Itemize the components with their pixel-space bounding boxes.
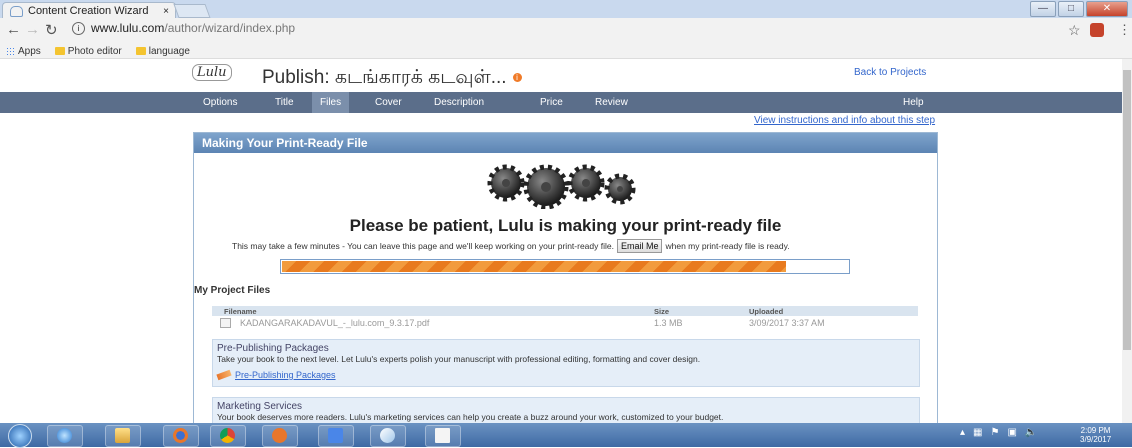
bookmark-language[interactable]: language	[135, 46, 190, 57]
network-app-icon[interactable]	[318, 425, 354, 447]
window-close-icon[interactable]: ✕	[1086, 1, 1128, 17]
progress-bar	[280, 259, 850, 274]
chrome-icon[interactable]	[210, 425, 246, 447]
ie-icon[interactable]	[47, 425, 83, 447]
bookmark-apps[interactable]: Apps	[6, 46, 41, 57]
my-project-files-heading: My Project Files	[194, 285, 271, 296]
tray-display-icon[interactable]: ▣	[1007, 427, 1016, 438]
firefox-icon[interactable]	[163, 425, 199, 447]
nav-files[interactable]: Files	[312, 92, 350, 113]
bookmarks-bar: Apps Photo editor language	[0, 44, 1132, 59]
apps-grid-icon	[6, 46, 15, 56]
wizard-nav: Options Title Files Cover Description Pr…	[0, 92, 1122, 113]
pre-publishing-text: Take your book to the next level. Let Lu…	[217, 354, 701, 364]
bookmark-photo-editor[interactable]: Photo editor	[54, 46, 122, 57]
marketing-title: Marketing Services	[217, 401, 303, 412]
email-me-button[interactable]: Email Me	[616, 239, 663, 253]
tab-close-icon[interactable]: ×	[163, 6, 169, 17]
tab-title: Content Creation Wizard	[28, 5, 149, 17]
nav-description[interactable]: Description	[434, 97, 484, 108]
marketing-text: Your book deserves more readers. Lulu's …	[217, 412, 724, 422]
paint-icon[interactable]	[370, 425, 406, 447]
progress-fill	[282, 261, 786, 272]
url-field[interactable]: i www.lulu.com/author/wizard/index.php	[72, 21, 295, 35]
wait-message: This may take a few minutes - You can le…	[232, 239, 790, 253]
nav-help[interactable]: Help	[903, 97, 924, 108]
start-button-icon[interactable]	[8, 424, 32, 448]
lulu-favicon-icon	[10, 5, 23, 17]
gears-icon	[487, 164, 636, 209]
nav-cover[interactable]: Cover	[375, 97, 402, 108]
file-checkbox[interactable]	[220, 318, 231, 328]
volume-icon[interactable]: 🔈	[1025, 427, 1037, 438]
file-name[interactable]: KADANGARAKADAVUL_-_lulu.com_9.3.17.pdf	[240, 318, 429, 328]
explorer-icon[interactable]	[105, 425, 141, 447]
back-arrow-icon[interactable]: ←	[6, 21, 21, 38]
extension-icon[interactable]	[1090, 23, 1104, 37]
info-icon[interactable]: i	[512, 73, 522, 83]
tray-arrow-icon[interactable]: ▴	[960, 427, 965, 438]
tray-flag-icon[interactable]: ⚑	[990, 427, 999, 438]
maximize-icon[interactable]: □	[1058, 1, 1084, 17]
clock-date: 3/9/2017	[1080, 435, 1112, 444]
reload-icon[interactable]: ↻	[45, 21, 58, 39]
marketing-box: Marketing Services Your book deserves mo…	[212, 397, 920, 424]
tray-network-icon[interactable]: ▦	[973, 427, 982, 438]
minimize-icon[interactable]: —	[1030, 1, 1056, 17]
pre-publishing-box: Pre-Publishing Packages Take your book t…	[212, 339, 920, 387]
clock-time: 2:09 PM	[1080, 426, 1111, 435]
column-filename: Filename	[224, 307, 257, 316]
document-app-icon[interactable]	[425, 425, 461, 447]
table-row: KADANGARAKADAVUL_-_lulu.com_9.3.17.pdf 1…	[212, 316, 918, 330]
taskbar-clock[interactable]: 2:09 PM 3/9/2017	[1080, 426, 1111, 444]
nav-options[interactable]: Options	[203, 97, 237, 108]
pre-publishing-link[interactable]: Pre-Publishing Packages	[216, 369, 336, 381]
patient-message: Please be patient, Lulu is making your p…	[349, 216, 782, 235]
url-host: www.lulu.com	[91, 21, 165, 35]
browser-tab[interactable]: Content Creation Wizard ×	[2, 2, 176, 19]
bookmark-star-icon[interactable]: ☆	[1068, 22, 1081, 39]
media-player-icon[interactable]	[262, 425, 298, 447]
lulu-logo[interactable]: Lulu	[192, 64, 232, 81]
folder-icon	[135, 47, 146, 55]
page-title: Publish: கடங்காரக் கடவுள்... i	[262, 67, 522, 91]
new-tab-button[interactable]	[173, 4, 211, 18]
folder-icon	[54, 47, 65, 55]
pencil-icon	[216, 369, 232, 381]
scrollbar-thumb[interactable]	[1123, 70, 1131, 350]
pre-publishing-title: Pre-Publishing Packages	[217, 343, 329, 354]
system-tray: ▴ ▦ ⚑ ▣ 🔈	[960, 427, 1037, 438]
column-uploaded: Uploaded	[749, 307, 784, 316]
windows-taskbar: ▴ ▦ ⚑ ▣ 🔈 2:09 PM 3/9/2017	[0, 423, 1132, 448]
file-uploaded: 3/09/2017 3:37 AM	[749, 318, 825, 328]
window-controls: — □ ✕	[1030, 1, 1128, 17]
panel-heading: Making Your Print-Ready File	[194, 133, 937, 153]
files-table-header: Filename Size Uploaded	[212, 306, 918, 316]
address-bar: ← → ↻ i www.lulu.com/author/wizard/index…	[0, 18, 1132, 45]
site-info-icon[interactable]: i	[72, 21, 85, 35]
nav-price[interactable]: Price	[540, 97, 563, 108]
nav-title[interactable]: Title	[275, 97, 294, 108]
forward-arrow-icon[interactable]: →	[25, 21, 40, 38]
page-header: Lulu Publish: கடங்காரக் கடவுள்... i Back …	[0, 59, 1122, 92]
url-path: /author/wizard/index.php	[164, 21, 296, 35]
menu-icon[interactable]: ⋮	[1118, 22, 1131, 38]
column-size: Size	[654, 307, 670, 316]
print-ready-panel: Making Your Print-Ready File Please be p…	[193, 132, 938, 424]
instructions-link[interactable]: View instructions and info about this st…	[754, 115, 935, 126]
file-size: 1.3 MB	[654, 318, 683, 328]
nav-review[interactable]: Review	[595, 97, 628, 108]
back-to-projects-link[interactable]: Back to Projects	[854, 67, 926, 78]
